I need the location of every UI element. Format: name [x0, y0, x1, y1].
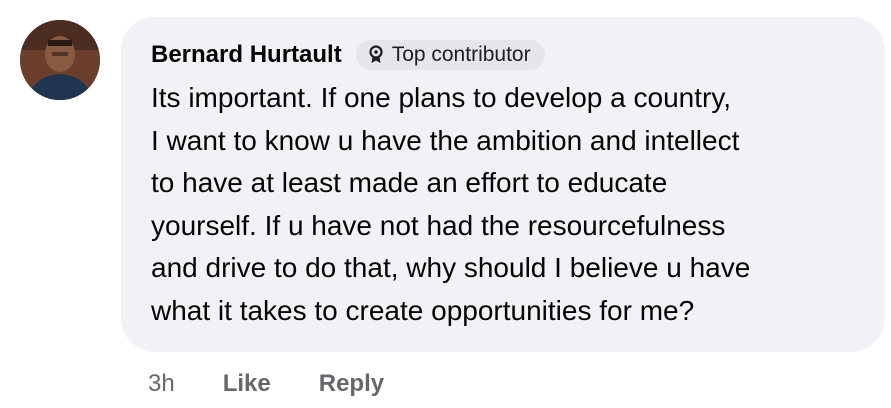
comment-header: Bernard Hurtault Top contributor	[151, 39, 857, 71]
top-contributor-badge[interactable]: Top contributor	[355, 40, 545, 70]
comment-actions: 3h Like Reply	[148, 364, 384, 404]
reply-button[interactable]: Reply	[319, 364, 384, 404]
badge-label: Top contributor	[391, 43, 531, 66]
avatar[interactable]	[20, 20, 100, 100]
comment: Bernard Hurtault Top contributor Its imp…	[0, 0, 891, 408]
avatar-photo	[20, 20, 100, 100]
award-icon	[366, 44, 386, 66]
comment-text: Its important. If one plans to develop a…	[151, 82, 751, 326]
comment-bubble: Bernard Hurtault Top contributor Its imp…	[121, 17, 885, 352]
author-name[interactable]: Bernard Hurtault	[151, 39, 342, 71]
like-button[interactable]: Like	[223, 364, 271, 404]
timestamp[interactable]: 3h	[148, 364, 175, 404]
